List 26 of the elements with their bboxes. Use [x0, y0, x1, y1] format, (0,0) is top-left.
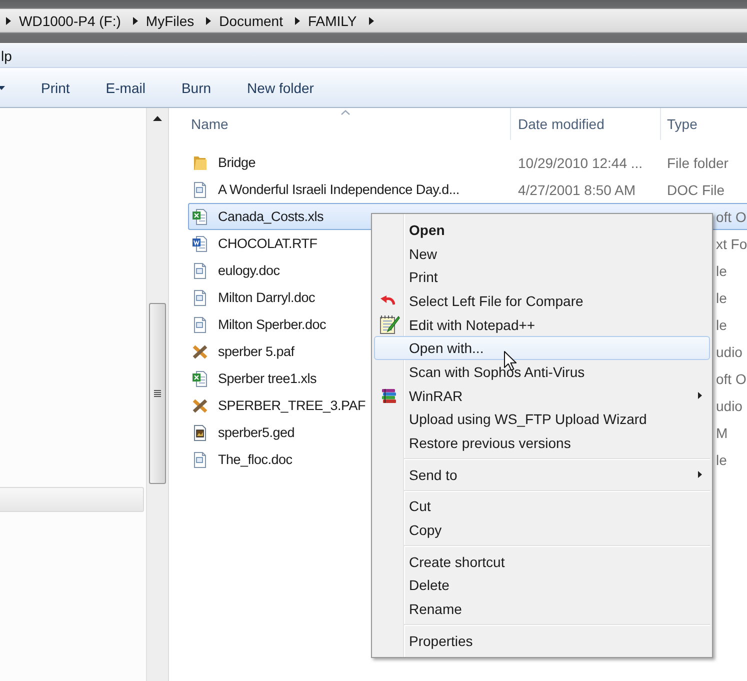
file-name: Milton Sperber.doc	[218, 317, 326, 332]
date-modified-cell: 10/29/2010 12:44 ...	[518, 154, 643, 170]
file-type-cell: le	[716, 452, 727, 468]
file-name: eulogy.doc	[218, 263, 280, 278]
file-type-cell: DOC File	[667, 182, 725, 198]
file-type-cell: File folder	[667, 154, 728, 170]
file-name: Milton Darryl.doc	[218, 290, 316, 305]
file-type-cell: le	[716, 316, 727, 332]
file-name: Sperber tree1.xls	[218, 371, 317, 386]
file-name: CHOCOLAT.RTF	[218, 236, 318, 251]
file-name: SPERBER_TREE_3.PAF	[218, 398, 366, 413]
file-name: The_floc.doc	[218, 452, 292, 467]
file-type-cell: le	[716, 290, 727, 306]
file-type-cell: le	[716, 262, 727, 278]
date-modified-cell: 4/27/2001 8:50 AM	[518, 182, 636, 198]
file-type-cell: xt Fo	[716, 236, 747, 252]
file-name: sperber 5.paf	[218, 344, 294, 359]
file-type-cell: udio	[716, 398, 742, 414]
file-type-cell: udio	[716, 344, 742, 360]
file-name: Canada_Costs.xls	[218, 209, 324, 224]
file-type-cell: M	[716, 424, 728, 440]
file-name: A Wonderful Israeli Independence Day.d...	[218, 182, 460, 197]
file-name: sperber5.ged	[218, 425, 295, 440]
file-type-cell: oft O	[716, 208, 746, 224]
file-type-cell: oft O	[716, 370, 746, 386]
file-name: Bridge	[218, 155, 256, 170]
